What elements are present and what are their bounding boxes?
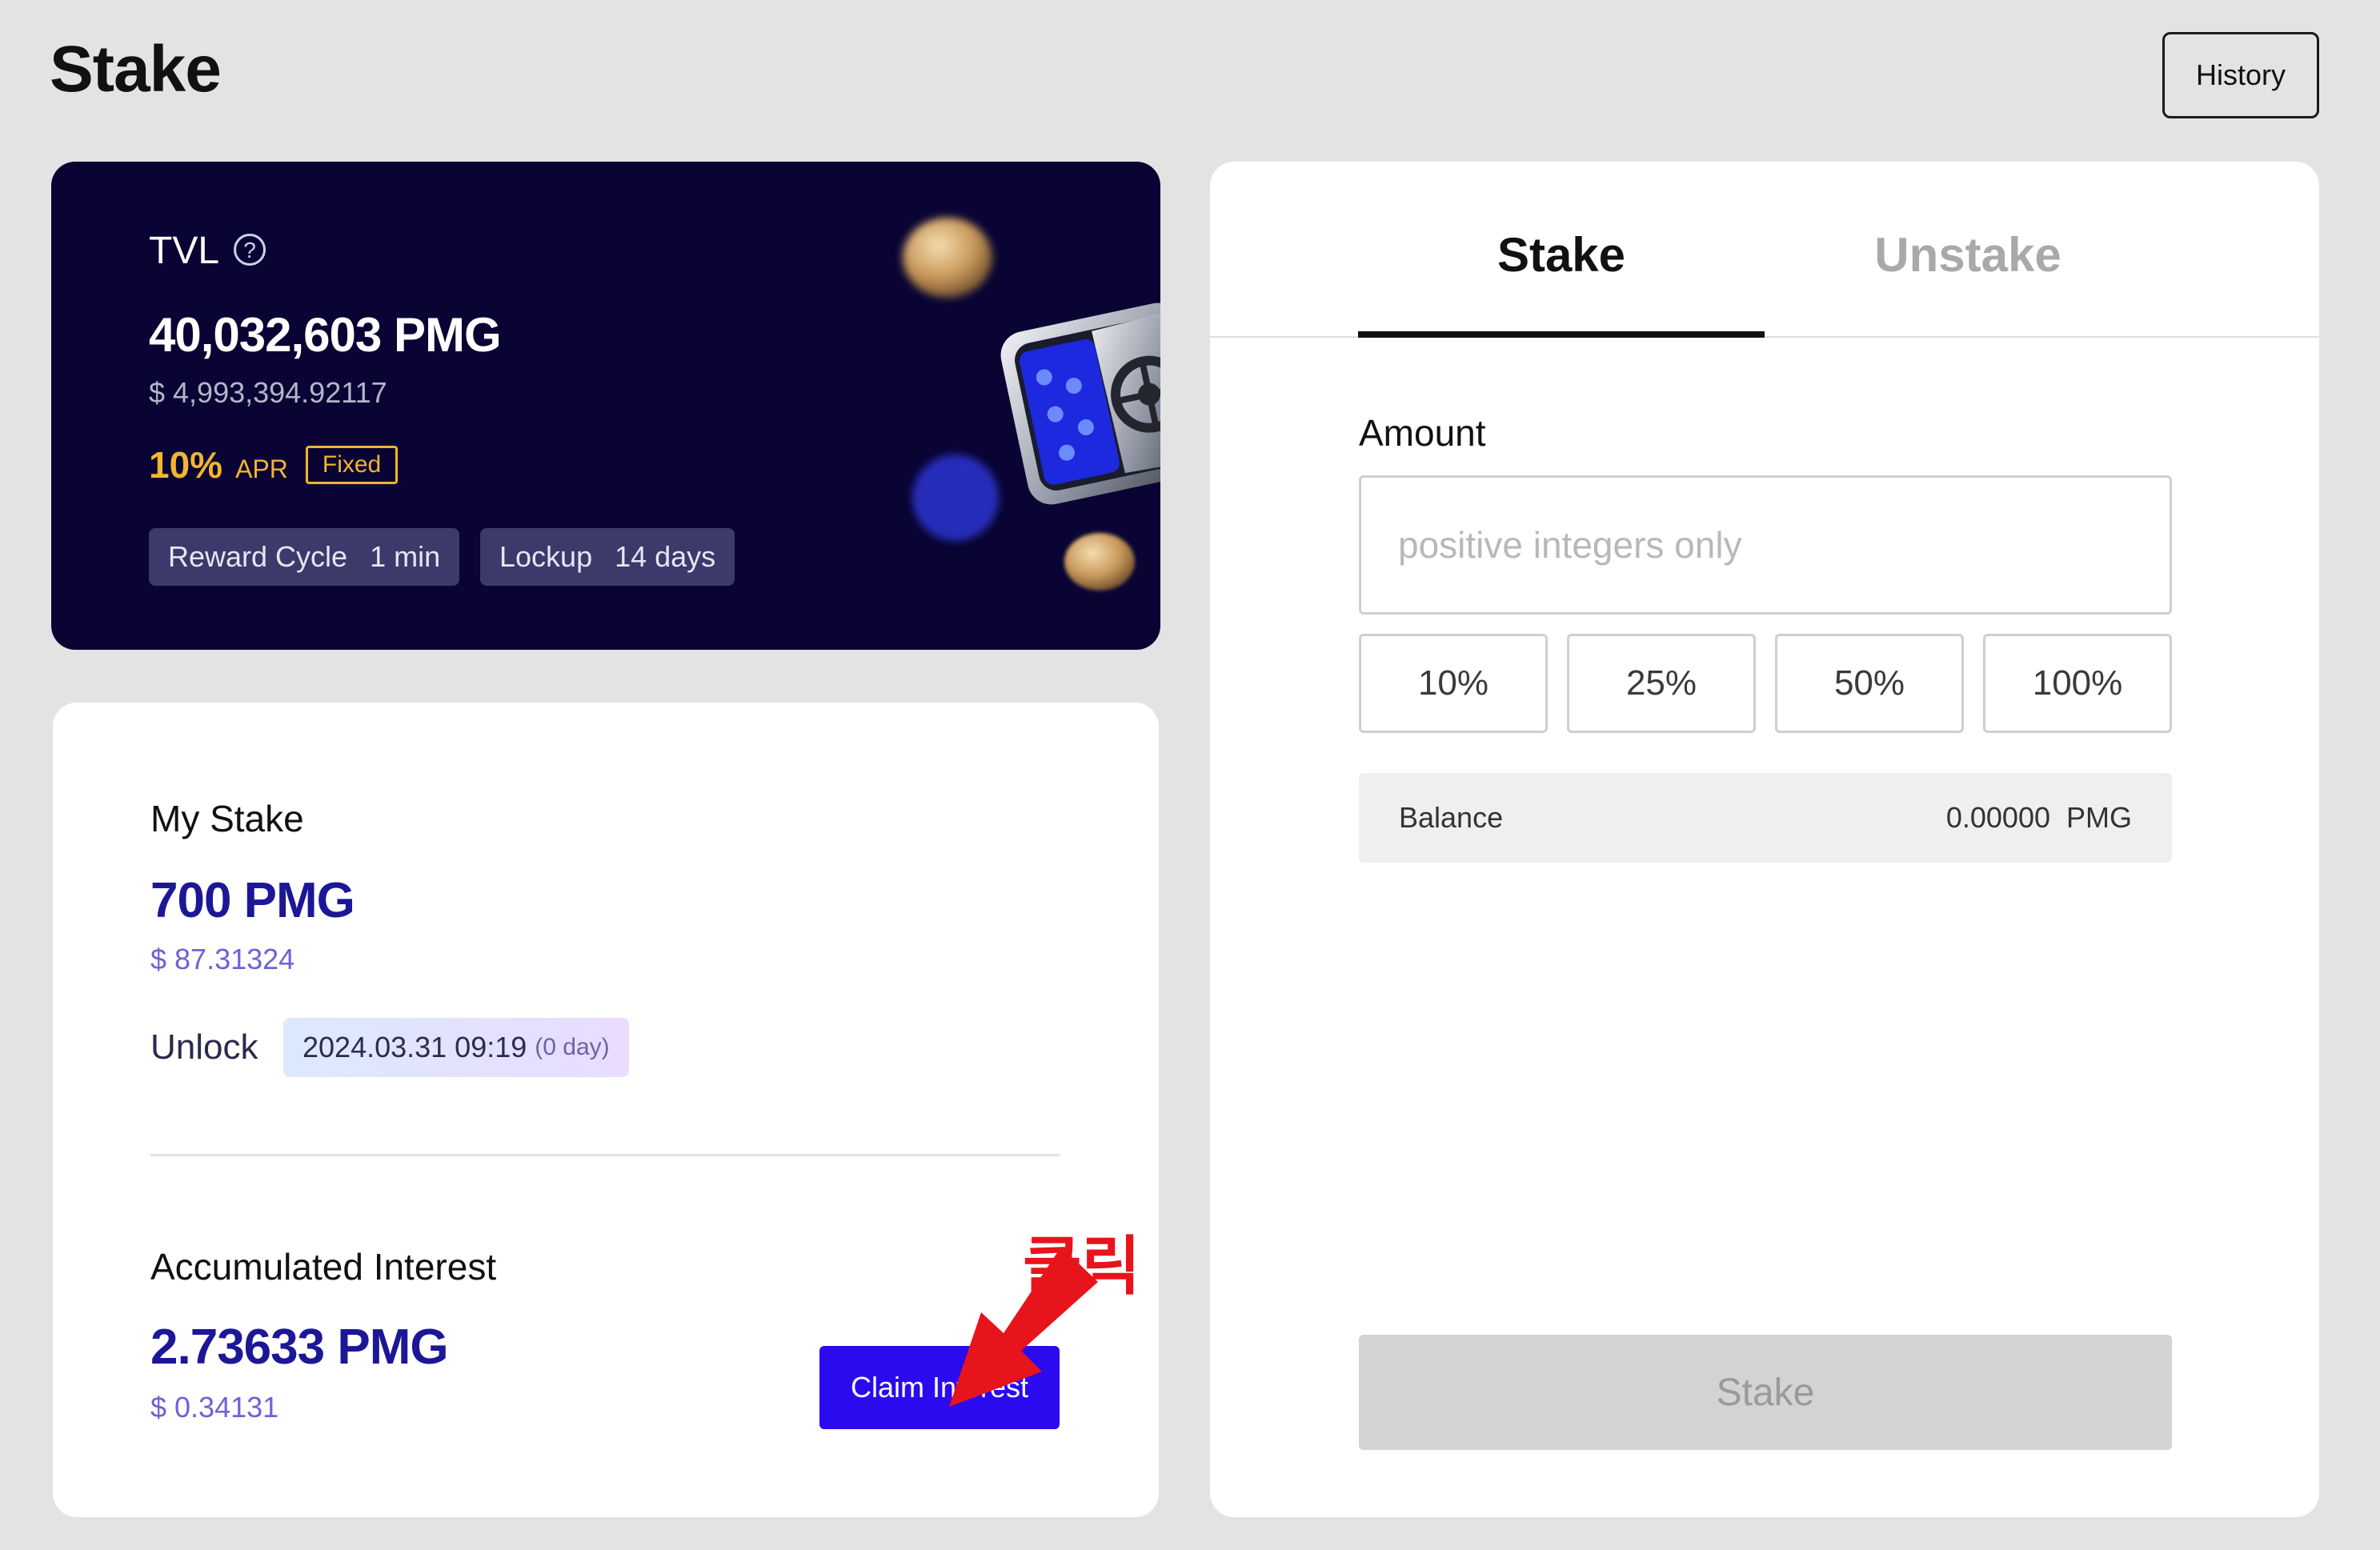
accumulated-interest-usd: $ 0.34131 [150,1391,279,1424]
divider [150,1154,1060,1156]
amount-input[interactable] [1359,475,2172,615]
lockup-pill: Lockup 14 days [480,528,735,586]
amount-label: Amount [1359,412,1486,454]
lockup-label: Lockup [499,540,593,573]
balance-value: 0.00000 PMG [1945,801,2132,834]
my-stake-label: My Stake [150,798,304,839]
stake-submit-button[interactable]: Stake [1359,1335,2172,1450]
question-circle-icon[interactable]: ? [234,234,266,266]
unlock-label: Unlock [150,1027,258,1067]
apr-type-badge: Fixed [305,446,399,484]
reward-cycle-pill: Reward Cycle 1 min [149,528,460,586]
accumulated-interest-label: Accumulated Interest [150,1246,497,1288]
unlock-date-badge: 2024.03.31 09:19 (0 day) [283,1018,629,1077]
apr-value: 10% [149,444,223,486]
annotation-text: 클릭 [1023,1229,1141,1304]
balance-label: Balance [1399,801,1504,834]
balance-row: Balance 0.00000 PMG [1359,773,2172,863]
tab-unstake[interactable]: Unstake [1765,227,2171,282]
unlock-date: 2024.03.31 09:19 [303,1031,527,1063]
tvl-card: TVL ? 40,032,603 PMG $ 4,993,394.92117 1… [51,162,1160,650]
history-button[interactable]: History [2162,32,2319,118]
percent-10-button[interactable]: 10% [1359,634,1548,733]
tvl-value: 40,032,603 PMG [149,308,502,362]
percent-100-button[interactable]: 100% [1983,634,2172,733]
reward-cycle-value: 1 min [370,540,441,573]
stake-panel: Stake Unstake Amount 10% 25% 50% 100% Ba… [1210,162,2319,1517]
percent-25-button[interactable]: 25% [1567,634,1756,733]
percent-50-button[interactable]: 50% [1775,634,1964,733]
my-stake-value: 700 PMG [150,873,355,928]
tvl-usd-value: $ 4,993,394.92117 [149,376,387,409]
lockup-value: 14 days [615,540,716,573]
my-stake-usd: $ 87.31324 [150,943,295,975]
my-stake-card: My Stake 700 PMG $ 87.31324 Unlock 2024.… [53,703,1159,1517]
tvl-label: TVL [149,230,220,272]
unlock-days: (0 day) [535,1034,610,1060]
active-tab-indicator [1358,331,1765,338]
tab-stake[interactable]: Stake [1358,227,1765,282]
coin-safe-illustration [903,218,1160,591]
accumulated-interest-value: 2.73633 PMG [150,1320,449,1375]
reward-cycle-label: Reward Cycle [168,540,348,573]
apr-row: 10% APR Fixed [149,443,399,487]
apr-label: APR [235,454,288,483]
page-title: Stake [50,33,222,106]
